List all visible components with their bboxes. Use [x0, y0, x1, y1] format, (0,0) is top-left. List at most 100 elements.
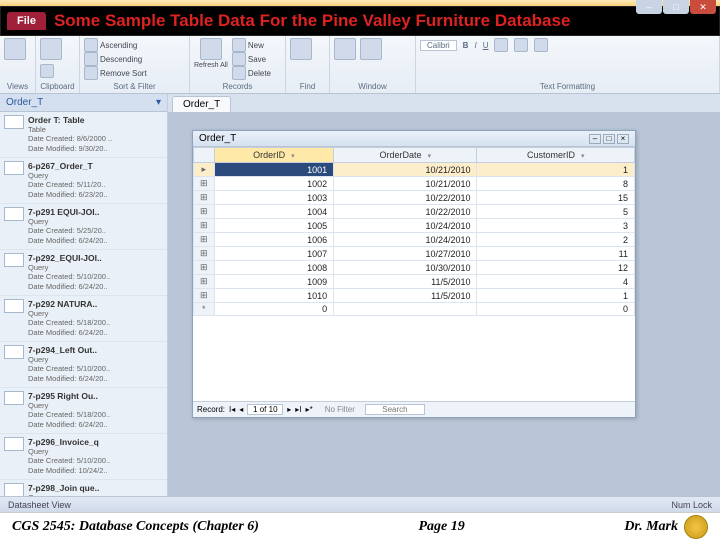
- row-selector[interactable]: ⊞: [194, 233, 215, 247]
- table-row[interactable]: ⊞101011/5/20101: [194, 289, 635, 303]
- nav-item[interactable]: 7-p292 NATURA..QueryDate Created: 5/18/2…: [0, 296, 167, 342]
- find-icon[interactable]: [290, 38, 312, 60]
- nav-item[interactable]: 7-p291 EQUI-JOI..QueryDate Created: 5/25…: [0, 204, 167, 250]
- new-record-button[interactable]: New: [232, 38, 271, 52]
- nav-item[interactable]: 7-p295 Right Ou..QueryDate Created: 5/18…: [0, 388, 167, 434]
- nav-item[interactable]: Order T: TableTableDate Created: 8/6/200…: [0, 112, 167, 158]
- delete-button[interactable]: Delete: [232, 66, 271, 80]
- data-table[interactable]: OrderID OrderDate CustomerID ▸100110/21/…: [193, 147, 635, 316]
- align-center-icon[interactable]: [514, 38, 528, 52]
- save-button[interactable]: Save: [232, 52, 271, 66]
- nav-item[interactable]: 7-p292_EQUI-JOI..QueryDate Created: 5/10…: [0, 250, 167, 296]
- row-selector[interactable]: ⊞: [194, 247, 215, 261]
- nav-item[interactable]: 6-p267_Order_TQueryDate Created: 5/11/20…: [0, 158, 167, 204]
- refresh-icon[interactable]: [200, 38, 222, 60]
- nav-item[interactable]: 7-p298_Join que..QueryDate Created: 5/28…: [0, 480, 167, 496]
- switch-windows-icon[interactable]: [360, 38, 382, 60]
- numlock-indicator: Num Lock: [671, 500, 712, 510]
- slide-title: Some Sample Table Data For the Pine Vall…: [54, 11, 570, 31]
- object-icon: [4, 483, 24, 496]
- slide-footer: CGS 2545: Database Concepts (Chapter 6) …: [0, 512, 720, 540]
- remove-sort-button[interactable]: Remove Sort: [84, 66, 185, 80]
- table-row[interactable]: ⊞100510/24/20103: [194, 219, 635, 233]
- navigation-pane: Order_T▾ Order T: TableTableDate Created…: [0, 94, 168, 496]
- row-selector[interactable]: ⊞: [194, 275, 215, 289]
- ribbon-group-find: Find: [290, 82, 325, 91]
- ucf-logo-icon: [684, 515, 708, 539]
- object-icon: [4, 345, 24, 359]
- sub-max-button[interactable]: □: [603, 134, 615, 144]
- file-tab[interactable]: File: [7, 12, 46, 30]
- datasheet-subwindow: Order_T –□× OrderID OrderDate CustomerID…: [192, 130, 636, 418]
- nav-item[interactable]: 7-p294_Left Out..QueryDate Created: 5/10…: [0, 342, 167, 388]
- italic-button[interactable]: I: [474, 41, 476, 50]
- sort-descending-button[interactable]: Descending: [84, 52, 185, 66]
- nav-new-button[interactable]: ▸*: [306, 405, 313, 414]
- row-selector[interactable]: ▸: [194, 163, 215, 177]
- ribbon-group-sortfilter: Sort & Filter: [84, 82, 185, 91]
- row-selector[interactable]: ⊞: [194, 289, 215, 303]
- object-icon: [4, 207, 24, 221]
- nav-next-button[interactable]: ▸: [287, 405, 291, 414]
- record-position[interactable]: [247, 404, 283, 415]
- sub-close-button[interactable]: ×: [617, 134, 629, 144]
- row-selector[interactable]: ⊞: [194, 261, 215, 275]
- object-icon: [4, 253, 24, 267]
- sub-min-button[interactable]: –: [589, 134, 601, 144]
- col-orderdate[interactable]: OrderDate: [334, 148, 477, 163]
- col-customerid[interactable]: CustomerID: [477, 148, 635, 163]
- window-titlebar: – □ ✕: [0, 0, 720, 6]
- table-row[interactable]: ⊞100710/27/201011: [194, 247, 635, 261]
- underline-button[interactable]: U: [483, 41, 489, 50]
- size-to-fit-icon[interactable]: [334, 38, 356, 60]
- footer-left: CGS 2545: Database Concepts (Chapter 6): [12, 519, 259, 535]
- bold-button[interactable]: B: [463, 41, 469, 50]
- nav-last-button[interactable]: ▸I: [295, 405, 301, 414]
- nav-first-button[interactable]: I◂: [229, 405, 235, 414]
- window-close-button[interactable]: ✕: [690, 0, 716, 14]
- row-selector[interactable]: ⊞: [194, 205, 215, 219]
- row-selector-header[interactable]: [194, 148, 215, 163]
- delete-icon: [232, 66, 246, 80]
- footer-page: Page 19: [419, 519, 465, 535]
- nav-prev-button[interactable]: ◂: [239, 405, 243, 414]
- view-icon[interactable]: [4, 38, 26, 60]
- table-row[interactable]: ⊞100911/5/20104: [194, 275, 635, 289]
- document-tab[interactable]: Order_T: [172, 96, 231, 112]
- table-row[interactable]: ⊞100610/24/20102: [194, 233, 635, 247]
- align-right-icon[interactable]: [534, 38, 548, 52]
- table-row[interactable]: ⊞100810/30/201012: [194, 261, 635, 275]
- table-row[interactable]: ⊞100310/22/201015: [194, 191, 635, 205]
- save-icon: [232, 52, 246, 66]
- window-minimize-button[interactable]: –: [636, 0, 662, 14]
- nav-header[interactable]: Order_T▾: [0, 94, 167, 112]
- row-selector[interactable]: ⊞: [194, 191, 215, 205]
- table-row[interactable]: ⊞100410/22/20105: [194, 205, 635, 219]
- table-row[interactable]: ▸100110/21/20101: [194, 163, 635, 177]
- row-selector[interactable]: ⊞: [194, 219, 215, 233]
- object-icon: [4, 391, 24, 405]
- subwindow-title: Order_T: [199, 133, 236, 144]
- footer-author: Dr. Mark: [624, 519, 678, 535]
- chevron-down-icon[interactable]: ▾: [156, 97, 161, 108]
- filter-indicator[interactable]: No Filter: [325, 405, 355, 414]
- table-row[interactable]: ⊞100210/21/20108: [194, 177, 635, 191]
- new-row[interactable]: *00: [194, 303, 635, 316]
- cut-icon[interactable]: [40, 64, 54, 78]
- row-selector[interactable]: ⊞: [194, 177, 215, 191]
- view-mode-label: Datasheet View: [8, 500, 71, 510]
- sort-asc-icon: [84, 38, 98, 52]
- window-maximize-button[interactable]: □: [663, 0, 689, 14]
- object-icon: [4, 161, 24, 175]
- align-left-icon[interactable]: [494, 38, 508, 52]
- font-name[interactable]: Calibri: [420, 40, 457, 51]
- new-icon: [232, 38, 246, 52]
- sort-ascending-button[interactable]: Ascending: [84, 38, 185, 52]
- col-orderid[interactable]: OrderID: [214, 148, 334, 163]
- paste-icon[interactable]: [40, 38, 62, 60]
- sort-desc-icon: [84, 52, 98, 66]
- search-box[interactable]: [365, 404, 425, 415]
- nav-item[interactable]: 7-p296_Invoice_qQueryDate Created: 5/10/…: [0, 434, 167, 480]
- ribbon-group-views: Views: [4, 82, 31, 91]
- object-icon: [4, 115, 24, 129]
